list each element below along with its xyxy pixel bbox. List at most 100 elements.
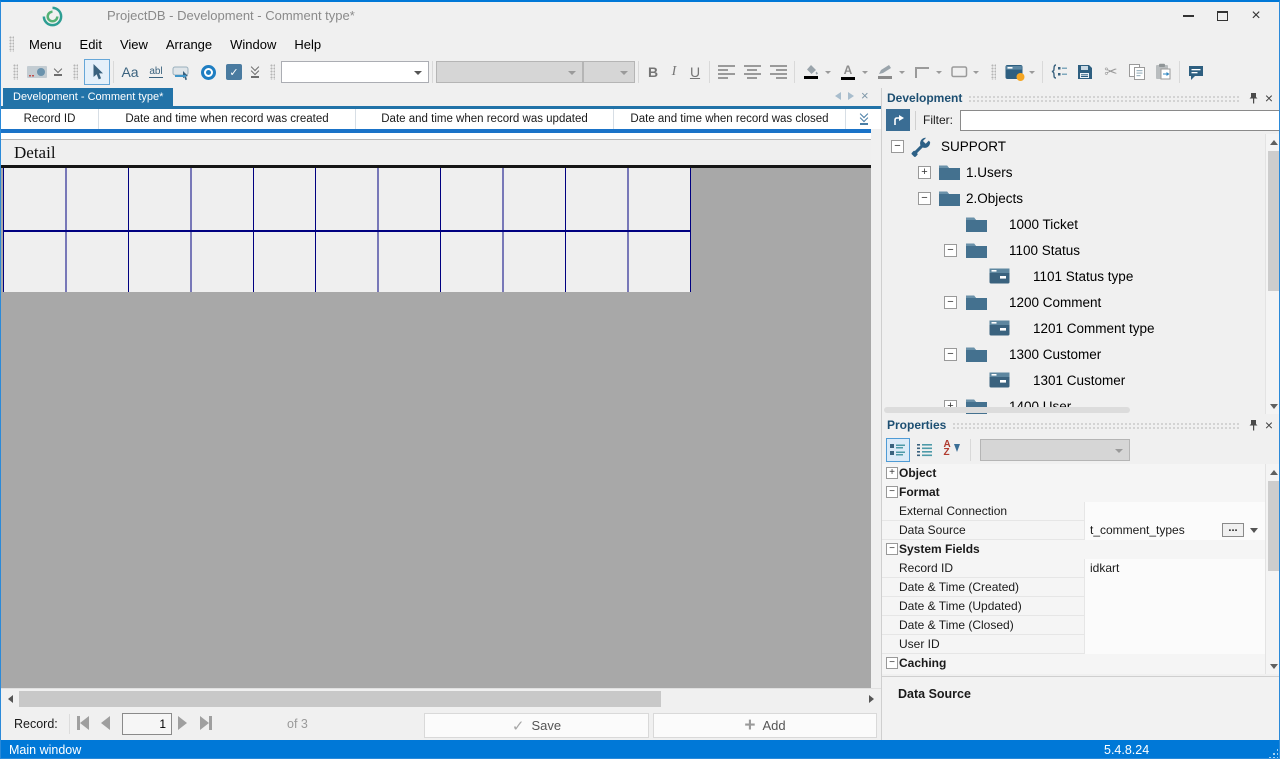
category-toggle[interactable]: − [886, 543, 898, 555]
pin-icon[interactable] [1245, 419, 1262, 432]
properties-combobox[interactable] [980, 439, 1130, 461]
categorized-view-button[interactable] [886, 438, 910, 462]
ellipsis-button[interactable]: ... [1222, 523, 1244, 537]
property-category-object[interactable]: + Object [882, 464, 1265, 483]
tree-scrollbar-thumb[interactable] [1268, 151, 1280, 291]
property-category-format[interactable]: − Format [882, 483, 1265, 502]
tree-item-1201-comment-type[interactable]: 1201 Comment type [882, 316, 1265, 342]
category-toggle[interactable]: − [886, 486, 898, 498]
design-canvas[interactable]: Detail [1, 133, 871, 688]
tree-item-objects[interactable]: − 2.Objects [882, 186, 1265, 212]
alphabetical-view-button[interactable] [913, 438, 937, 462]
chevron-down-icon[interactable] [899, 71, 905, 74]
bold-button[interactable]: B [642, 59, 664, 85]
menu-item-arrange[interactable]: Arrange [157, 34, 221, 55]
pointer-tool-button[interactable] [84, 59, 110, 85]
toolbar-grip[interactable] [13, 64, 18, 80]
tree-item-1300-customer[interactable]: − 1300 Customer [882, 342, 1265, 368]
minimize-button[interactable] [1171, 2, 1205, 30]
chevron-down-icon[interactable] [825, 71, 831, 74]
font-color-button[interactable]: A [835, 59, 861, 85]
menubar-grip[interactable] [9, 36, 14, 52]
tree-toggle[interactable]: − [918, 192, 931, 205]
property-row-datetime-closed[interactable]: Date & Time (Closed) [882, 616, 1265, 635]
tree-toggle[interactable]: − [891, 140, 904, 153]
fill-color-button[interactable] [798, 59, 824, 85]
align-center-button[interactable] [739, 59, 765, 85]
column-header-closed[interactable]: Date and time when record was closed [614, 109, 846, 129]
property-category-caching[interactable]: − Caching [882, 654, 1265, 673]
toolbar-grip[interactable] [73, 64, 78, 80]
property-row-datetime-updated[interactable]: Date & Time (Updated) [882, 597, 1265, 616]
toolbar-grip[interactable] [270, 64, 275, 80]
save-record-button[interactable]: ✓ Save [424, 713, 649, 738]
tree-toggle[interactable]: − [944, 244, 957, 257]
tree-item-1100-status[interactable]: − 1100 Status [882, 238, 1265, 264]
scroll-left-button[interactable] [2, 691, 18, 707]
tab-scroll-right-icon[interactable] [848, 92, 854, 100]
category-toggle[interactable]: − [886, 657, 898, 669]
image-tool-button[interactable] [24, 59, 50, 85]
align-left-button[interactable] [713, 59, 739, 85]
button-tool-button[interactable] [169, 59, 195, 85]
property-row-record-id[interactable]: Record ID idkart [882, 559, 1265, 578]
scroll-down-button[interactable] [1266, 398, 1280, 414]
menu-item-menu[interactable]: Menu [20, 34, 71, 55]
column-overflow-icon[interactable] [857, 113, 870, 125]
properties-vertical-scrollbar[interactable] [1265, 464, 1280, 674]
previous-record-button[interactable] [101, 716, 110, 730]
extra-combobox[interactable] [583, 61, 635, 83]
horizontal-scrollbar-thumb[interactable] [19, 691, 661, 707]
border-style-button[interactable] [909, 59, 935, 85]
last-record-button[interactable] [200, 716, 212, 730]
property-row-data-source[interactable]: Data Source t_comment_types ... [882, 521, 1265, 540]
font-name-combobox[interactable] [281, 61, 429, 83]
property-row-user-id[interactable]: User ID [882, 635, 1265, 654]
chevron-down-icon[interactable] [1029, 71, 1035, 74]
report-grid[interactable] [3, 168, 691, 292]
save-button[interactable] [1072, 59, 1098, 85]
tree-toggle[interactable]: − [944, 348, 957, 361]
scroll-up-button[interactable] [1266, 464, 1280, 480]
field-list-button[interactable] [1046, 59, 1072, 85]
properties-scrollbar-thumb[interactable] [1268, 481, 1280, 571]
scroll-down-button[interactable] [1266, 658, 1280, 674]
menu-item-edit[interactable]: Edit [71, 34, 111, 55]
record-number-input[interactable] [122, 713, 172, 735]
horizontal-scrollbar[interactable] [1, 688, 881, 708]
scroll-right-button[interactable] [863, 691, 879, 707]
column-header-record-id[interactable]: Record ID [1, 109, 99, 129]
tree-item-1200-comment[interactable]: − 1200 Comment [882, 290, 1265, 316]
menu-item-view[interactable]: View [111, 34, 157, 55]
chevron-down-icon[interactable] [973, 71, 979, 74]
tree-item-1000-ticket[interactable]: 1000 Ticket [882, 212, 1265, 238]
maximize-button[interactable] [1205, 2, 1239, 30]
first-record-button[interactable] [77, 716, 89, 730]
tab-development-comment-type[interactable]: Development - Comment type* [3, 88, 173, 106]
menu-item-window[interactable]: Window [221, 34, 285, 55]
chevron-down-icon[interactable] [936, 71, 942, 74]
scroll-up-button[interactable] [1266, 134, 1280, 150]
comments-button[interactable] [1183, 59, 1209, 85]
checkbox-tool-button[interactable]: ✓ [221, 59, 247, 85]
form-settings-button[interactable] [1002, 59, 1028, 85]
copy-button[interactable] [1124, 59, 1150, 85]
tree-horizontal-scrollbar-thumb[interactable] [884, 407, 1130, 413]
toolbar-overflow-button[interactable] [248, 66, 261, 78]
tree-item-support[interactable]: − SUPPORT [882, 134, 1265, 160]
label-tool-button[interactable]: Aa [117, 59, 143, 85]
close-panel-icon[interactable]: × [1262, 92, 1276, 104]
property-category-system-fields[interactable]: − System Fields [882, 540, 1265, 559]
property-row-external-connection[interactable]: External Connection [882, 502, 1265, 521]
tree-toggle[interactable]: + [918, 166, 931, 179]
add-record-button[interactable]: + Add [653, 713, 877, 738]
tree-item-1101-status-type[interactable]: 1101 Status type [882, 264, 1265, 290]
cut-button[interactable]: ✂ [1098, 59, 1124, 85]
radio-tool-button[interactable] [195, 59, 221, 85]
toolbar-overflow-button[interactable] [51, 68, 64, 76]
font-size-combobox[interactable] [436, 61, 583, 83]
chevron-down-icon[interactable] [862, 71, 868, 74]
next-record-button[interactable] [178, 716, 187, 730]
menu-item-help[interactable]: Help [285, 34, 330, 55]
tab-close-icon[interactable]: × [861, 90, 869, 102]
